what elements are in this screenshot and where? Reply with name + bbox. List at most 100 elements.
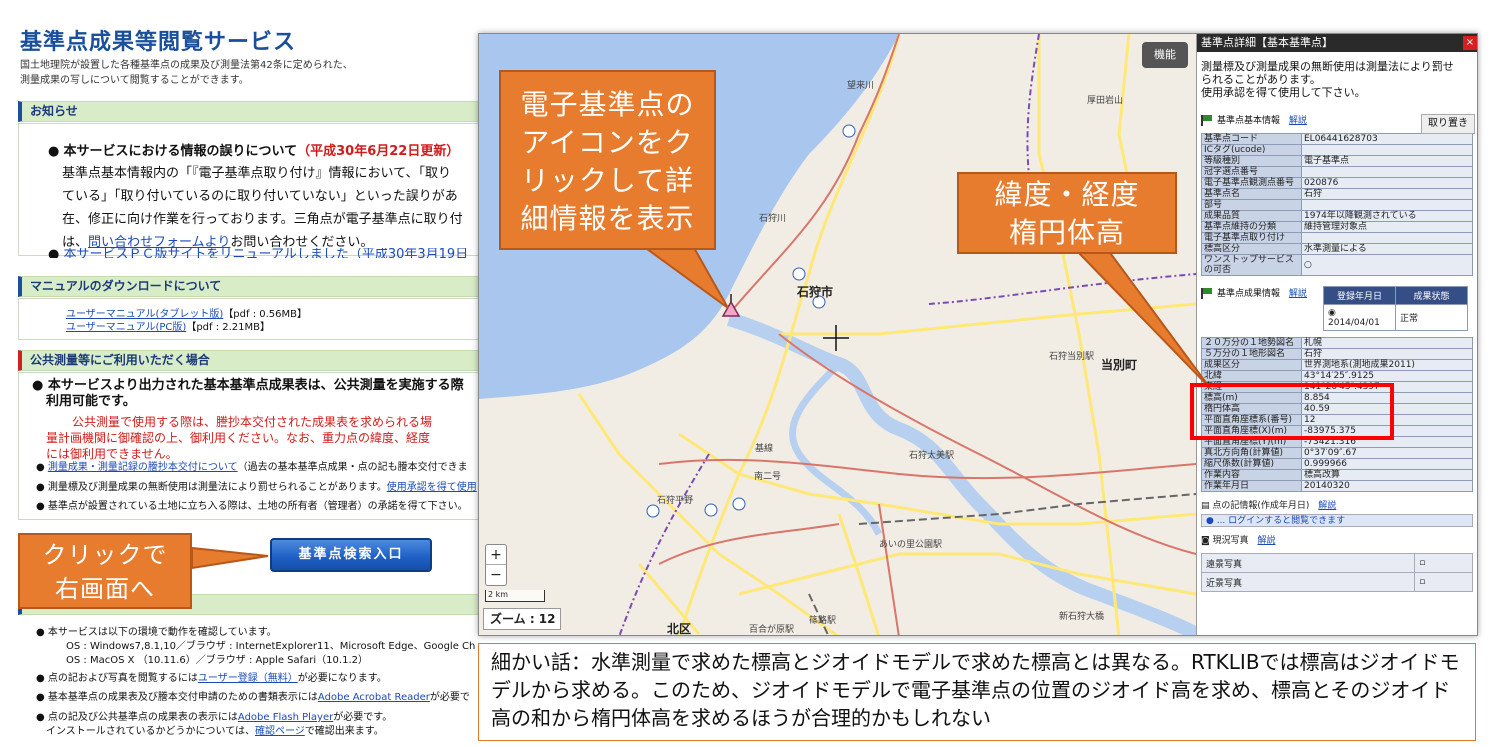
public-bold-line: 利用可能です。 <box>46 394 136 409</box>
field-label: 基準点コード <box>1201 133 1302 145</box>
table-row: 作業内容 標高改算 <box>1201 469 1473 481</box>
flash-link[interactable]: Adobe Flash Player <box>238 712 333 723</box>
radio-icon[interactable]: ◉ <box>1328 308 1336 318</box>
result-info-table: ２０万分の１地勢図名 札幌 ５万分の１地形図名 石狩 成果区分 世界測地系(測地成果201… <box>1201 337 1473 492</box>
map-label-place: 厚田岩山 <box>1087 96 1124 106</box>
zoom-out-button[interactable]: − <box>486 565 506 585</box>
renewal-link[interactable]: 本サービスＰＣ版サイトをリニューアルしました（平成30年3月19日 <box>63 248 468 258</box>
table-row: 楕円体高 40.59 <box>1201 403 1473 415</box>
notice-line-clipped: ● 本サービスＰＣ版サイトをリニューアルしました（平成30年3月19日 <box>48 248 468 258</box>
help-link[interactable]: 解説 <box>1289 289 1307 299</box>
map-label-ishikari-city: 石狩市 <box>797 285 834 299</box>
table-row: 基準点コード EL06441628703 <box>1201 133 1473 145</box>
acrobat-link[interactable]: Adobe Acrobat Reader <box>318 692 430 703</box>
reg-date-cell[interactable]: ◉ 2014/04/01 <box>1323 304 1396 331</box>
field-value: 石狩 <box>1301 348 1473 360</box>
reg-date: 2014/04/01 <box>1328 317 1380 328</box>
site-title: 基準点成果等閲覧サービス <box>20 30 297 55</box>
basic-info-table: 基準点コード EL06441628703 ICタグ(ucode) 等級種別 電子基準点冠… <box>1201 133 1473 276</box>
field-value: 石狩 <box>1301 188 1473 200</box>
manual-pc-row: ユーザーマニュアル(PC版)【pdf : 2.21MB】 <box>66 321 270 335</box>
manual-tablet-link[interactable]: ユーザーマニュアル(タブレット版) <box>66 309 223 320</box>
copy-issue-link[interactable]: 測量成果・測量記録の謄抄本交付について <box>48 462 238 473</box>
table-row: 東経 141°20′45″.4397 <box>1201 381 1473 393</box>
field-value: 0°37′09″.67 <box>1301 447 1473 459</box>
callout-latlon: 緯度・経度 楕円体高 <box>957 172 1177 254</box>
table-row: 電子基準点取り付け <box>1201 232 1473 244</box>
section-label: 点の記情報(作成年月日) <box>1212 501 1310 511</box>
field-label: 真北方向角(計算値) <box>1201 447 1302 459</box>
basic-info-heading: 基準点基本情報 解説 取り置き <box>1197 113 1477 134</box>
field-value: 141°20′45″.4397 <box>1301 381 1473 393</box>
station-detail-panel: 基準点詳細【基本基準点】 × 測量標及び測量成果の無断使用は測量法により罰せ ら… <box>1196 34 1477 635</box>
document-icon: ▤ <box>1201 501 1213 511</box>
photo-table: 遠景写真 ▫ 近景写真 ▫ <box>1200 553 1473 592</box>
table-row: 標高区分 水準測量による <box>1201 243 1473 255</box>
check-page-link[interactable]: 確認ページ <box>255 726 305 737</box>
field-label: 電子基準点取り付け <box>1201 232 1302 244</box>
help-link[interactable]: 解説 <box>1257 536 1275 546</box>
field-label: 北緯 <box>1201 370 1302 382</box>
field-label: 標高区分 <box>1201 243 1302 255</box>
map-label-kita-ku: 北区 <box>667 622 692 636</box>
field-label: 標高(m) <box>1201 392 1302 404</box>
field-label: 成果品質 <box>1201 210 1302 222</box>
field-value <box>1301 144 1473 156</box>
result-info-heading: 基準点成果情報 解説 <box>1197 286 1477 302</box>
table-row: ワンストップサービスの可否 ○ <box>1201 254 1473 276</box>
text: 測量標及び測量成果の無断使用は測量法により罰せられることがあります。 <box>47 482 387 493</box>
help-link[interactable]: 解説 <box>1289 116 1307 126</box>
function-menu-button[interactable]: 機能 <box>1142 42 1188 68</box>
photo-thumb-icon[interactable]: ▫ <box>1414 572 1473 592</box>
text: 点の記および写真を閲覧するには <box>47 673 198 684</box>
field-value: 水準測量による <box>1301 243 1473 255</box>
public-red-line: には御利用できません。 <box>46 447 178 461</box>
close-icon[interactable]: × <box>1463 36 1477 50</box>
field-label: 電子基準点観測点番号 <box>1201 177 1302 189</box>
field-label: ５万分の１地形図名 <box>1201 348 1302 360</box>
zoom-control: + − <box>485 544 507 586</box>
intro-line: 測量成果の写しについて閲覧することができます。 <box>20 75 249 86</box>
section-label: 現況写真 <box>1212 536 1249 546</box>
login-to-view-link[interactable]: ● ... ログインすると閲覧できます <box>1201 514 1473 527</box>
text: 本サービスは以下の環境で動作を確認しています。 <box>47 627 277 638</box>
site-intro: 国土地理院が設置した各種基準点の成果及び測量法第42条に定められた、 測量成果の… <box>20 58 460 88</box>
zoom-in-button[interactable]: + <box>486 545 506 565</box>
field-label: 平面直角座標(Y)(m) <box>1201 436 1302 448</box>
field-value: 40.59 <box>1301 403 1473 415</box>
env-item: ● 点の記および写真を閲覧するにはユーザー登録（無料）が必要になります。 <box>36 673 387 684</box>
env-item: OS : Windows7,8.1,10／ブラウザ : InternetExpl… <box>66 641 476 652</box>
field-label: 基準点維持の分類 <box>1201 221 1302 233</box>
text: が必要で <box>429 692 470 703</box>
photo-thumb-icon[interactable]: ▫ <box>1414 553 1473 573</box>
callout-click-to-right: クリックで 右画面へ <box>18 533 192 609</box>
table-row: 北緯 43°14′25″.9125 <box>1201 370 1473 382</box>
approval-link[interactable]: 使用承認を得て使用 <box>387 482 477 493</box>
text: 基準点が設置されている土地に立ち入る際は、土地の所有者（管理者）の承諾を得て下さ… <box>47 501 468 512</box>
footnote-text: 細かい話：水準測量で求めた標高とジオイドモデルで求めた標高とは異なる。RTKLI… <box>491 650 1460 730</box>
file-size: 【pdf : 2.21MB】 <box>186 322 271 333</box>
field-label: 等級種別 <box>1201 155 1302 167</box>
text: （過去の基本基準点成果・点の記も謄本交付できま <box>237 462 468 473</box>
env-item: インストールされているかどうかについては、確認ページで確認出来ます。 <box>46 725 384 739</box>
field-value: -73421.316 <box>1301 436 1473 448</box>
public-item: ● 測量成果・測量記録の謄抄本交付について（過去の基本基準点成果・点の記も謄本交… <box>36 462 468 473</box>
table-row: 平面直角座標(X)(m) -83975.375 <box>1201 425 1473 437</box>
flag-icon <box>1201 288 1213 299</box>
manual-pc-link[interactable]: ユーザーマニュアル(PC版) <box>66 322 186 333</box>
field-value: 1974年以降観測されている <box>1301 210 1473 222</box>
field-value: 世界測地系(測地成果2011) <box>1301 359 1473 371</box>
user-register-link[interactable]: ユーザー登録（無料） <box>198 673 298 684</box>
text: が必要になります。 <box>297 673 387 684</box>
field-value <box>1301 199 1473 211</box>
field-label: 基準点名 <box>1201 188 1302 200</box>
help-link[interactable]: 解説 <box>1318 501 1336 511</box>
map-label-tobetsu: 当別町 <box>1101 358 1138 372</box>
field-label: 作業内容 <box>1201 469 1302 481</box>
photo-near-label: 近景写真 <box>1200 572 1416 592</box>
callout-text: クリックで <box>42 541 168 569</box>
map-label-place: 基線 <box>755 444 774 454</box>
search-entry-button[interactable]: 基準点検索入口 <box>270 538 432 572</box>
bookmark-button[interactable]: 取り置き <box>1421 114 1475 134</box>
table-row: 基準点維持の分類 維持管理対象点 <box>1201 221 1473 233</box>
